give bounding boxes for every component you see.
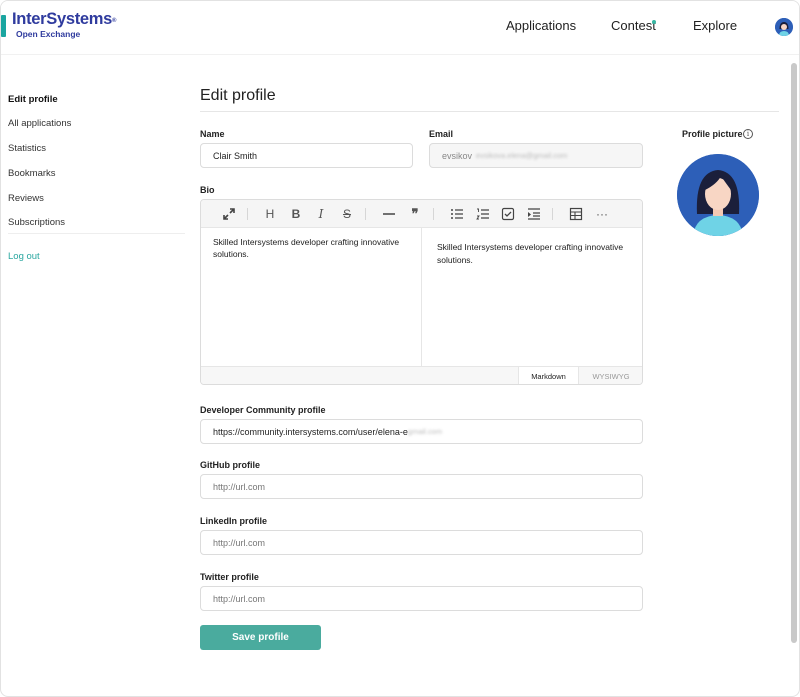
bio-label: Bio [200, 185, 215, 195]
sidebar-item-edit-profile[interactable]: Edit profile [8, 94, 58, 105]
twitter-field[interactable] [200, 586, 643, 611]
profile-avatar-illustration [677, 154, 759, 236]
logo-text: InterSystems® Open Exchange [12, 9, 116, 43]
twitter-label: Twitter profile [200, 572, 259, 582]
sidebar-item-statistics[interactable]: Statistics [8, 143, 46, 154]
page-scrollbar[interactable] [791, 63, 797, 643]
profile-picture-label: Profile picture [682, 129, 743, 139]
toolbar-separator [247, 208, 248, 220]
logo-wordmark: InterSystems [12, 10, 113, 28]
bio-markdown-input[interactable]: Skilled Intersystems developer crafting … [201, 228, 422, 366]
toolbar-separator [365, 208, 366, 220]
editor-mode-bar: Markdown WYSIWYG [201, 366, 642, 384]
italic-icon[interactable]: I [313, 206, 329, 222]
nav-applications[interactable]: Applications [506, 18, 576, 33]
sidebar-item-reviews[interactable]: Reviews [8, 193, 44, 204]
name-value: Clair Smith [213, 150, 258, 161]
email-label: Email [429, 129, 454, 139]
bullet-list-icon[interactable] [449, 206, 465, 222]
email-field: evsikov evsikova.elena@gmail.com [429, 143, 643, 168]
page-title: Edit profile [200, 87, 276, 104]
github-field[interactable] [200, 474, 643, 499]
save-profile-button[interactable]: Save profile [200, 625, 321, 650]
more-icon[interactable]: ··· [594, 206, 610, 222]
info-icon[interactable]: i [743, 129, 753, 139]
github-label: GitHub profile [200, 460, 260, 470]
name-label: Name [200, 129, 225, 139]
ordered-list-icon[interactable] [475, 206, 491, 222]
logo-registered-mark: ® [112, 18, 117, 24]
toolbar-separator [433, 208, 434, 220]
user-avatar-icon [775, 18, 793, 36]
nav-explore[interactable]: Explore [693, 18, 737, 33]
toolbar-separator [552, 208, 553, 220]
indent-icon[interactable] [526, 206, 542, 222]
email-redacted: evsikova.elena@gmail.com [476, 151, 568, 160]
sidebar-item-bookmarks[interactable]: Bookmarks [8, 168, 56, 179]
bio-preview: Skilled Intersystems developer crafting … [437, 242, 624, 265]
linkedin-field[interactable] [200, 530, 643, 555]
title-divider [200, 111, 779, 112]
strikethrough-icon[interactable]: S [339, 206, 355, 222]
dc-profile-field[interactable]: https://community.intersystems.com/user/… [200, 419, 643, 444]
logout-link[interactable]: Log out [8, 251, 40, 262]
mode-tab-wysiwyg[interactable]: WYSIWYG [578, 367, 642, 384]
task-list-icon[interactable] [500, 206, 516, 222]
linkedin-label: LinkedIn profile [200, 516, 268, 526]
dc-profile-value: https://community.intersystems.com/user/… [213, 426, 408, 437]
fullscreen-icon[interactable] [221, 206, 237, 222]
contest-notification-dot [652, 20, 656, 24]
bold-icon[interactable]: B [288, 206, 304, 222]
quote-icon[interactable]: ❞ [407, 206, 423, 222]
intersystems-logo[interactable]: InterSystems® Open Exchange [1, 9, 116, 43]
top-header: InterSystems® Open Exchange Applications… [1, 1, 799, 55]
logo-main-text: InterSystems® [12, 9, 116, 29]
profile-picture[interactable] [677, 154, 759, 236]
dc-profile-label: Developer Community profile [200, 405, 326, 415]
logo-sub-text: Open Exchange [16, 29, 81, 39]
name-field[interactable]: Clair Smith [200, 143, 413, 168]
logo-mark-bar [1, 15, 6, 37]
mode-tab-markdown[interactable]: Markdown [518, 367, 578, 384]
nav-contest[interactable]: Contest [611, 18, 656, 33]
app-window: InterSystems® Open Exchange Applications… [0, 0, 800, 697]
sidebar-item-subscriptions[interactable]: Subscriptions [8, 217, 65, 228]
sidebar-item-all-applications[interactable]: All applications [8, 118, 71, 129]
heading-icon[interactable]: H [262, 206, 278, 222]
table-icon[interactable] [568, 206, 584, 222]
sidebar-divider [8, 233, 185, 234]
horizontal-rule-icon[interactable] [381, 206, 397, 222]
dc-profile-redacted: gmail.com [407, 427, 443, 436]
email-value: evsikov [442, 150, 473, 161]
bio-editor: H B I S ❞ ··· Skilled Intersystems devel… [200, 199, 643, 385]
user-avatar[interactable] [775, 18, 793, 36]
editor-toolbar: H B I S ❞ ··· [201, 200, 642, 228]
